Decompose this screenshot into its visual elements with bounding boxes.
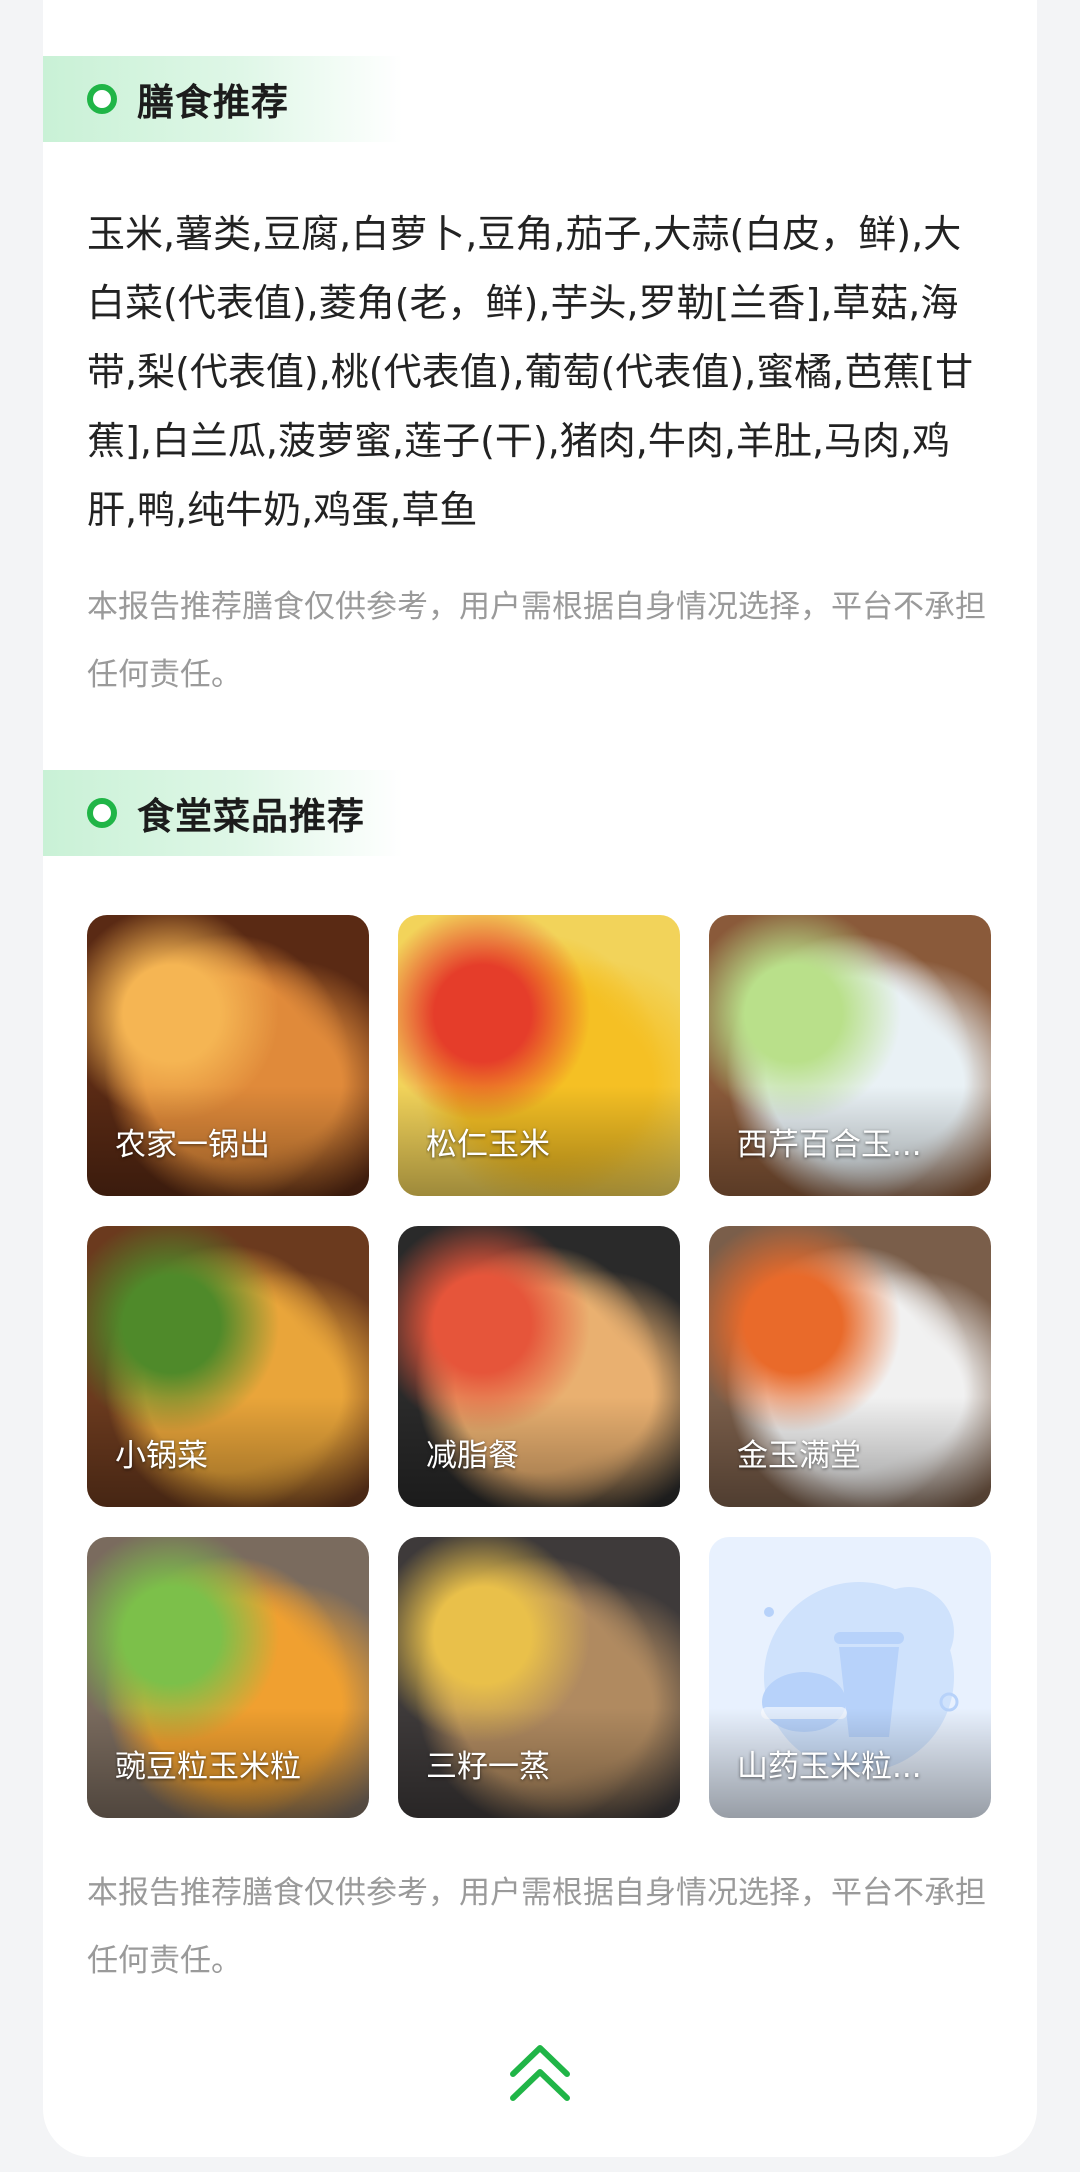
- dish-name: 山药玉米粒...: [737, 1749, 922, 1785]
- dish-card[interactable]: 豌豆粒玉米粒: [87, 1537, 369, 1818]
- dish-card[interactable]: 减脂餐: [398, 1226, 680, 1507]
- dish-name: 金玉满堂: [737, 1438, 861, 1474]
- dish-card[interactable]: 山药玉米粒...: [709, 1537, 991, 1818]
- dish-name: 西芹百合玉...: [737, 1127, 922, 1163]
- dish-name: 减脂餐: [426, 1438, 519, 1474]
- dish-name: 小锅菜: [115, 1438, 208, 1474]
- dish-card[interactable]: 农家一锅出: [87, 915, 369, 1196]
- dish-name: 松仁玉米: [426, 1127, 550, 1163]
- dish-card[interactable]: 西芹百合玉...: [709, 915, 991, 1196]
- dish-card[interactable]: 松仁玉米: [398, 915, 680, 1196]
- canteen-section-title: 食堂菜品推荐: [137, 795, 365, 838]
- report-card: 膳食推荐 玉米,薯类,豆腐,白萝卜,豆角,茄子,大蒜(白皮，鲜),大白菜(代表值…: [43, 0, 1037, 2157]
- dish-grid: 农家一锅出 松仁玉米 西芹百合玉... 小锅菜 减脂餐 金玉满堂豌豆粒玉米粒 三籽一蒸 山药玉…: [87, 915, 993, 1818]
- dish-name: 农家一锅出: [115, 1127, 270, 1163]
- diet-food-list: 玉米,薯类,豆腐,白萝卜,豆角,茄子,大蒜(白皮，鲜),大白菜(代表值),菱角(…: [87, 212, 974, 532]
- dish-name: 三籽一蒸: [426, 1749, 550, 1785]
- ring-dot-icon: [87, 798, 117, 828]
- ring-dot-icon: [87, 84, 117, 114]
- dish-card[interactable]: 三籽一蒸: [398, 1537, 680, 1818]
- double-chevron-up-icon: [510, 2045, 570, 2101]
- diet-section-title: 膳食推荐: [137, 81, 289, 124]
- dish-card[interactable]: 小锅菜: [87, 1226, 369, 1507]
- canteen-section-header: 食堂菜品推荐: [43, 770, 403, 856]
- canteen-disclaimer: 本报告推荐膳食仅供参考，用户需根据自身情况选择，平台不承担任何责任。: [87, 1875, 986, 1979]
- dish-card[interactable]: 金玉满堂: [709, 1226, 991, 1507]
- back-to-top-button[interactable]: [507, 2040, 573, 2106]
- dish-name: 豌豆粒玉米粒: [115, 1749, 301, 1785]
- diet-disclaimer: 本报告推荐膳食仅供参考，用户需根据自身情况选择，平台不承担任何责任。: [87, 589, 986, 693]
- diet-section-header: 膳食推荐: [43, 56, 403, 142]
